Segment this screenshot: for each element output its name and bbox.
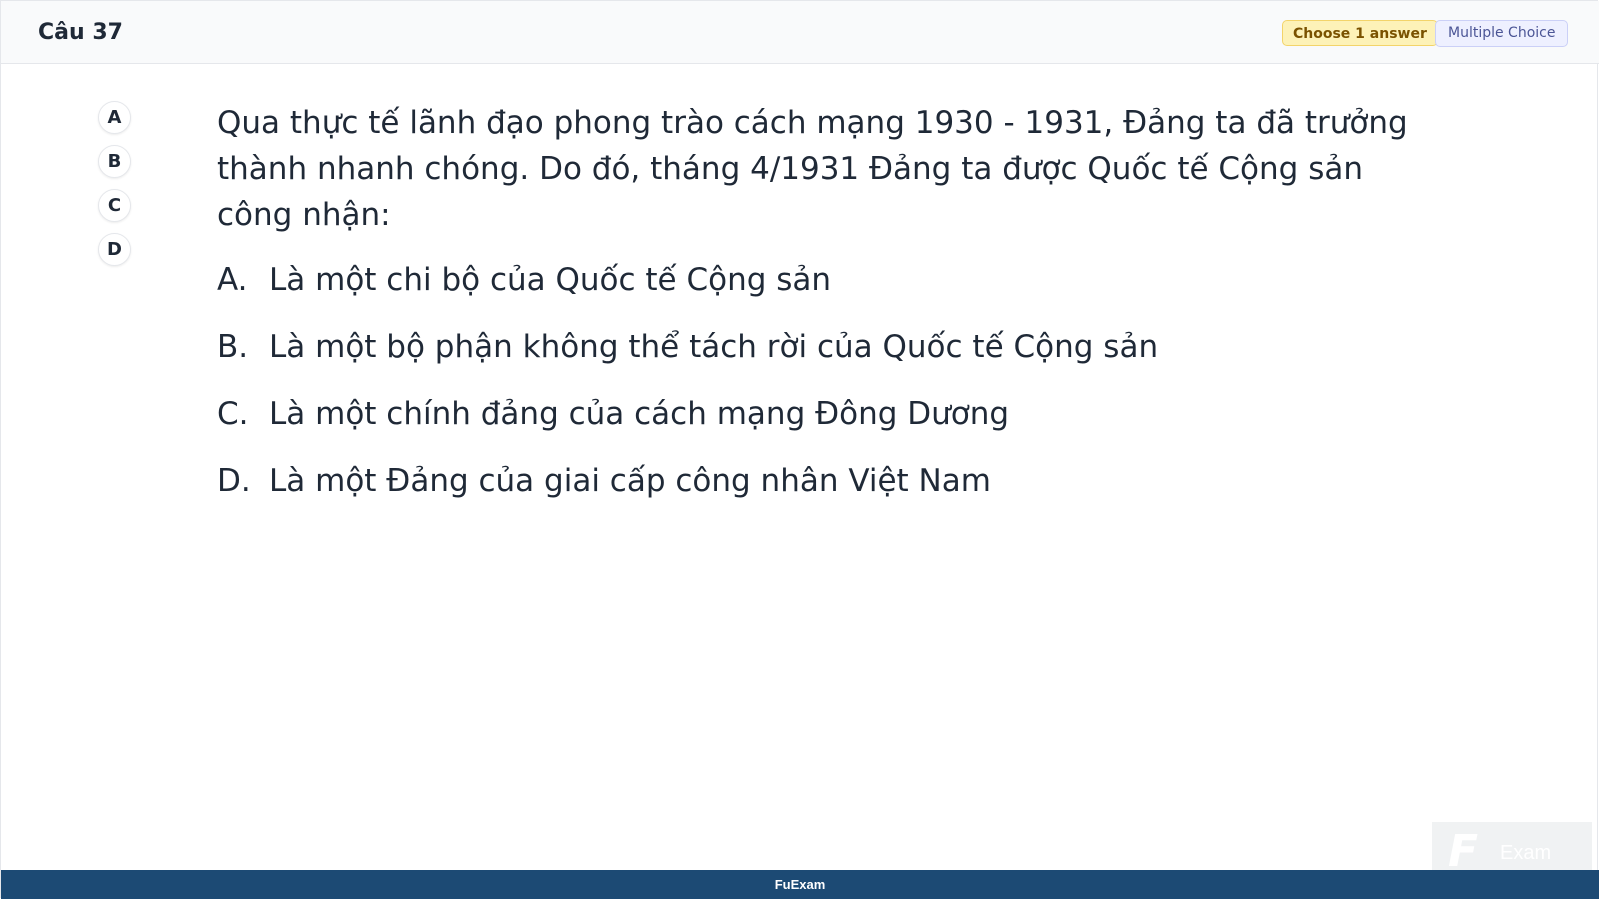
question-number: Câu 37 xyxy=(38,20,123,45)
option-button-d[interactable]: D xyxy=(98,233,131,266)
choose-count-badge: Choose 1 answer xyxy=(1282,20,1438,46)
option-button-c[interactable]: C xyxy=(98,189,131,222)
answer-text: Là một bộ phận không thể tách rời của Qu… xyxy=(269,329,1159,365)
answer-letter: C. xyxy=(217,396,249,432)
answer-letter: D. xyxy=(217,463,251,499)
answer-c: C. Là một chính đảng của cách mạng Đông D… xyxy=(217,394,1009,434)
answer-b: B. Là một bộ phận không thể tách rời của … xyxy=(217,327,1158,367)
answer-text: Là một chi bộ của Quốc tế Cộng sản xyxy=(269,262,832,298)
watermark-word: Exam xyxy=(1500,842,1552,864)
answer-a: A. Là một chi bộ của Quốc tế Cộng sản xyxy=(217,260,831,300)
option-button-b[interactable]: B xyxy=(98,145,131,178)
question-header: Câu 37 Choose 1 answer Multiple Choice xyxy=(1,1,1599,64)
footer-brand: FuExam xyxy=(774,877,826,892)
question-text: Qua thực tế lãnh đạo phong trào cách mạn… xyxy=(217,105,1408,233)
answer-letter: A. xyxy=(217,262,248,298)
answer-letter: B. xyxy=(217,329,249,365)
answer-d: D. Là một Đảng của giai cấp công nhân Việ… xyxy=(217,461,991,501)
answer-text: Là một chính đảng của cách mạng Đông Dươ… xyxy=(269,396,1010,432)
option-button-a[interactable]: A xyxy=(98,101,131,134)
question-type-badge: Multiple Choice xyxy=(1435,20,1569,47)
footer-bar: FuExam xyxy=(1,870,1599,899)
answer-text: Là một Đảng của giai cấp công nhân Việt … xyxy=(269,463,991,499)
